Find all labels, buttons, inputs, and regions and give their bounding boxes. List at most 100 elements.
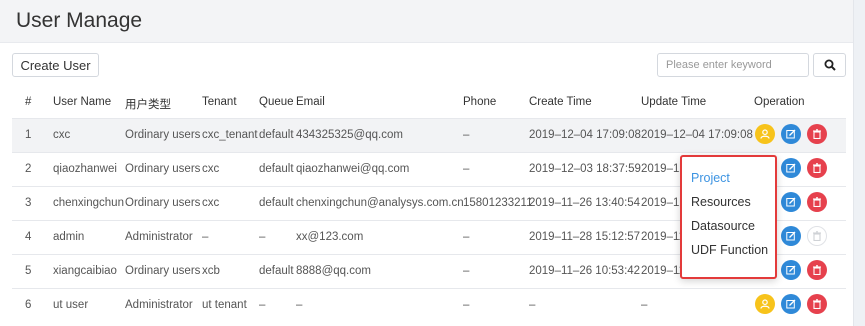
cell-create-time: 2019–11–28 15:12:57 bbox=[529, 231, 641, 243]
trash-icon bbox=[813, 231, 821, 241]
cell-user-type: Ordinary users bbox=[125, 197, 201, 209]
create-user-button[interactable]: Create User bbox=[12, 53, 99, 77]
page-header: User Manage bbox=[0, 0, 853, 43]
cell-email: 8888@qq.com bbox=[296, 265, 371, 277]
header-operation: Operation bbox=[754, 96, 805, 108]
cell-queue: – bbox=[259, 299, 266, 311]
cell-email: chenxingchun@analysys.com.cn bbox=[296, 197, 464, 209]
cell-create-time: 2019–11–26 10:53:42 bbox=[529, 265, 641, 277]
edit-button[interactable] bbox=[781, 226, 801, 246]
edit-icon bbox=[786, 231, 796, 241]
cell-index: 5 bbox=[25, 265, 32, 277]
header-index: # bbox=[25, 96, 32, 108]
cell-user-type: Ordinary users bbox=[125, 265, 201, 277]
cell-index: 2 bbox=[25, 163, 32, 175]
delete-button-disabled bbox=[807, 226, 827, 246]
cell-tenant: cxc_tenant bbox=[202, 129, 258, 141]
cell-user-name: xiangcaibiao bbox=[53, 265, 117, 277]
cell-phone: 15801233211 bbox=[463, 197, 533, 209]
user-icon bbox=[760, 299, 770, 309]
header-user-name: User Name bbox=[53, 96, 112, 108]
cell-user-type: Ordinary users bbox=[125, 129, 201, 141]
header-email: Email bbox=[296, 96, 325, 108]
header-create-time: Create Time bbox=[529, 96, 592, 108]
cell-phone: – bbox=[463, 129, 470, 141]
header-user-type: 用户类型 bbox=[125, 99, 171, 111]
edit-button[interactable] bbox=[781, 158, 801, 178]
edit-icon bbox=[786, 197, 796, 207]
cell-user-type: Administrator bbox=[125, 231, 193, 243]
cell-index: 6 bbox=[25, 299, 32, 311]
edit-button[interactable] bbox=[781, 260, 801, 280]
cell-phone: – bbox=[463, 163, 470, 175]
cell-create-time: 2019–11–26 13:40:54 bbox=[529, 197, 641, 209]
table-row: 1 cxc Ordinary users cxc_tenant default … bbox=[12, 118, 846, 152]
cell-tenant: – bbox=[202, 231, 209, 243]
cell-index: 4 bbox=[25, 231, 32, 243]
delete-button[interactable] bbox=[807, 192, 827, 212]
table-row: 6 ut user Administrator ut tenant – – – … bbox=[12, 288, 846, 322]
cell-create-time: – bbox=[529, 299, 536, 311]
trash-icon bbox=[813, 197, 821, 207]
delete-button[interactable] bbox=[807, 294, 827, 314]
header-queue: Queue bbox=[259, 96, 294, 108]
header-tenant: Tenant bbox=[202, 96, 237, 108]
cell-user-name: admin bbox=[53, 231, 85, 243]
cell-tenant: xcb bbox=[202, 265, 220, 277]
cell-user-name: cxc bbox=[53, 129, 71, 141]
cell-queue: default bbox=[259, 129, 294, 141]
user-icon bbox=[760, 129, 770, 139]
trash-icon bbox=[813, 129, 821, 139]
authorize-button[interactable] bbox=[755, 124, 775, 144]
cell-create-time: 2019–12–04 17:09:08 bbox=[529, 129, 641, 141]
delete-button[interactable] bbox=[807, 158, 827, 178]
cell-user-name: ut user bbox=[53, 299, 89, 311]
cell-phone: – bbox=[463, 299, 470, 311]
page-title: User Manage bbox=[16, 9, 143, 32]
cell-email: – bbox=[296, 299, 303, 311]
search-input[interactable] bbox=[657, 53, 809, 77]
search-icon bbox=[824, 59, 836, 71]
cell-queue: default bbox=[259, 265, 294, 277]
search-button[interactable] bbox=[813, 53, 846, 77]
cell-user-type: Administrator bbox=[125, 299, 193, 311]
cell-email: 434325325@qq.com bbox=[296, 129, 403, 141]
user-manage-panel: User Manage Create User # User Name 用户类型… bbox=[0, 0, 854, 326]
cell-update-time: 2019–12–04 17:09:08 bbox=[641, 129, 753, 141]
menu-item-resources[interactable]: Resources bbox=[691, 195, 751, 209]
edit-button[interactable] bbox=[781, 192, 801, 212]
cell-index: 1 bbox=[25, 129, 32, 141]
cell-user-name: chenxingchun bbox=[53, 197, 124, 209]
header-phone: Phone bbox=[463, 96, 497, 108]
delete-button[interactable] bbox=[807, 124, 827, 144]
cell-queue: default bbox=[259, 197, 294, 209]
header-update-time: Update Time bbox=[641, 96, 707, 108]
edit-button[interactable] bbox=[781, 124, 801, 144]
cell-update-time: 2019–11 bbox=[641, 231, 685, 243]
edit-icon bbox=[786, 163, 796, 173]
cell-create-time: 2019–12–03 18:37:59 bbox=[529, 163, 641, 175]
cell-user-name: qiaozhanwei bbox=[53, 163, 117, 175]
cell-email: qiaozhanwei@qq.com bbox=[296, 163, 410, 175]
delete-button[interactable] bbox=[807, 260, 827, 280]
menu-item-udf-function[interactable]: UDF Function bbox=[691, 243, 768, 257]
trash-icon bbox=[813, 163, 821, 173]
cell-phone: – bbox=[463, 265, 470, 277]
trash-icon bbox=[813, 265, 821, 275]
menu-item-project[interactable]: Project bbox=[691, 171, 730, 185]
cell-email: xx@123.com bbox=[296, 231, 364, 243]
cell-update-time: 2019–11 bbox=[641, 265, 685, 277]
cell-index: 3 bbox=[25, 197, 32, 209]
cell-user-type: Ordinary users bbox=[125, 163, 201, 175]
cell-queue: – bbox=[259, 231, 266, 243]
cell-update-time: – bbox=[641, 299, 648, 311]
cell-tenant: ut tenant bbox=[202, 299, 247, 311]
authorize-dropdown-menu: Project Resources Datasource UDF Functio… bbox=[680, 155, 777, 279]
cell-phone: – bbox=[463, 231, 470, 243]
edit-button[interactable] bbox=[781, 294, 801, 314]
cell-queue: default bbox=[259, 163, 294, 175]
edit-icon bbox=[786, 265, 796, 275]
menu-item-datasource[interactable]: Datasource bbox=[691, 219, 755, 233]
authorize-button[interactable] bbox=[755, 294, 775, 314]
edit-icon bbox=[786, 129, 796, 139]
